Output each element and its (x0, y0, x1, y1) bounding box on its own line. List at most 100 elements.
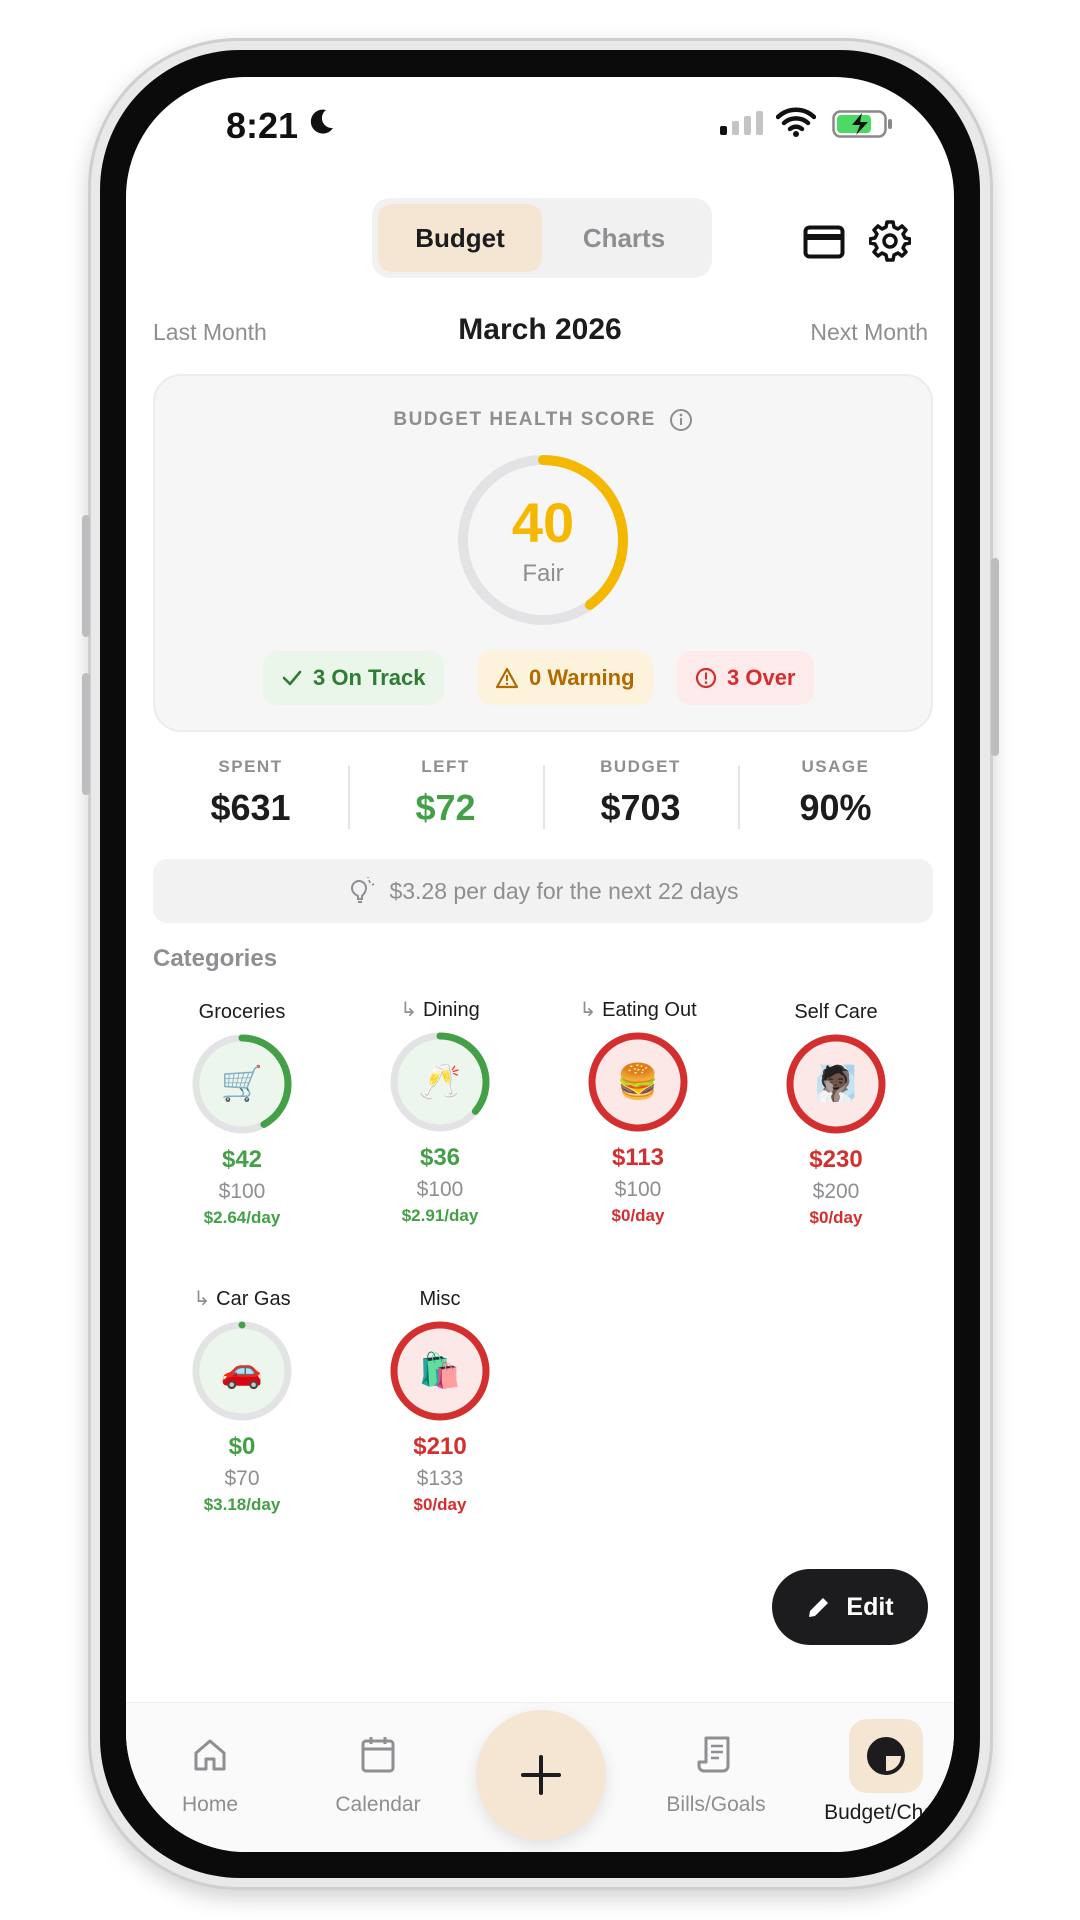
category-budget: $200 (812, 1180, 860, 1203)
nav-label: Calendar (335, 1793, 421, 1816)
category-per-day: $2.91/day (401, 1206, 479, 1225)
health-score-heading: BUDGET HEALTH SCORE (155, 408, 931, 432)
category-per-day: $2.64/day (203, 1208, 281, 1227)
alert-circle-icon (695, 667, 717, 689)
view-toggle: Budget Charts (372, 198, 712, 278)
receipt-icon (697, 1736, 730, 1773)
moon-icon (310, 109, 333, 134)
pie-chart-icon (867, 1737, 905, 1775)
battery-charging-icon (832, 110, 892, 138)
on-track-badge[interactable]: 3 On Track (263, 651, 444, 705)
stat-value: $72 (415, 787, 476, 828)
subcategory-arrow-icon: ↳ (400, 999, 418, 1021)
stat-value: $631 (210, 787, 291, 828)
category-eating-out[interactable]: ↳ Eating Out 🍔 $113 $100 $0/day (538, 997, 738, 1226)
category-progress-ring: 🧖🏿 (784, 1032, 888, 1136)
warning-icon (495, 667, 519, 689)
health-score-label: BUDGET HEALTH SCORE (393, 409, 656, 431)
category-progress-ring: 🥂 (388, 1030, 492, 1134)
tab-budget[interactable]: Budget (378, 204, 542, 272)
stat-label: USAGE (801, 757, 870, 776)
stat-spent: SPENT $631 (153, 757, 348, 847)
pencil-icon (809, 1595, 831, 1617)
wifi-icon (776, 107, 816, 137)
health-score-value: 40 (511, 491, 575, 554)
category-label: Dining (423, 999, 480, 1021)
nav-bills-goals[interactable]: Bills/Goals (636, 1731, 796, 1817)
nav-home[interactable]: Home (130, 1731, 290, 1817)
plus-icon (521, 1755, 561, 1795)
category-label: Eating Out (602, 999, 697, 1021)
category-per-day: $0/day (809, 1208, 863, 1227)
category-spent: $0 (228, 1433, 256, 1460)
card-button[interactable] (800, 218, 848, 266)
budget-summary: SPENT $631 LEFT $72 BUDGET $703 USAGE 90… (153, 757, 933, 847)
edit-label: Edit (846, 1592, 894, 1621)
category-label: Groceries (198, 1001, 286, 1023)
status-time: 8:21 (226, 105, 299, 146)
nav-budget-chart[interactable]: Budget/Chart (806, 1719, 954, 1825)
edit-button[interactable]: Edit (772, 1569, 928, 1645)
stat-usage: USAGE 90% (738, 757, 933, 847)
category-icon: 🛍️ (418, 1352, 462, 1390)
category-spent: $36 (419, 1144, 461, 1171)
category-car-gas[interactable]: ↳ Car Gas 🚗 $0 $70 $3.18/day (142, 1286, 342, 1515)
tab-charts[interactable]: Charts (542, 204, 706, 272)
cellular-signal-icon (720, 111, 763, 135)
subcategory-arrow-icon: ↳ (579, 999, 597, 1021)
settings-button[interactable] (866, 217, 914, 265)
category-per-day: $0/day (611, 1206, 665, 1225)
phone-silent-switch (82, 515, 90, 637)
category-groceries[interactable]: Groceries 🛒 $42 $100 $2.64/day (142, 1001, 342, 1228)
category-name: Groceries (142, 1001, 342, 1024)
lightbulb-icon (351, 877, 375, 903)
category-progress-ring: 🚗 (190, 1319, 294, 1423)
daily-allowance-tip: $3.28 per day for the next 22 days (153, 859, 933, 923)
category-budget: $100 (416, 1178, 464, 1201)
stat-value: 90% (799, 787, 872, 828)
category-icon: 🚗 (220, 1352, 264, 1390)
category-budget: $100 (614, 1178, 662, 1201)
category-icon: 🛒 (220, 1065, 264, 1103)
category-spent: $42 (221, 1146, 263, 1173)
category-name: Self Care (736, 1001, 936, 1024)
category-budget: $100 (218, 1180, 266, 1203)
category-name: Misc (340, 1288, 540, 1311)
over-badge[interactable]: 3 Over (677, 651, 814, 705)
category-name: ↳ Dining (340, 997, 540, 1022)
stat-budget: BUDGET $703 (543, 757, 738, 847)
category-progress-ring: 🛍️ (388, 1319, 492, 1423)
category-progress-ring: 🛒 (190, 1032, 294, 1136)
stat-label: SPENT (218, 757, 283, 776)
warning-label: 0 Warning (529, 665, 635, 690)
check-icon (282, 670, 302, 686)
category-budget: $133 (416, 1467, 464, 1490)
category-icon: 🥂 (418, 1063, 462, 1101)
app-screen: 8:21 Budget Charts Last Month March 2026… (126, 77, 954, 1852)
warning-badge[interactable]: 0 Warning (477, 651, 653, 705)
nav-label: Home (181, 1793, 239, 1816)
category-name: ↳ Eating Out (538, 997, 738, 1022)
over-label: 3 Over (727, 665, 796, 690)
category-self-care[interactable]: Self Care 🧖🏿 $230 $200 $0/day (736, 1001, 936, 1228)
category-per-day: $3.18/day (203, 1495, 281, 1514)
category-icon: 🧖🏿 (814, 1065, 858, 1103)
phone-volume-button (82, 673, 90, 795)
category-misc[interactable]: Misc 🛍️ $210 $133 $0/day (340, 1288, 540, 1515)
tip-text: $3.28 per day for the next 22 days (389, 877, 739, 904)
add-transaction-button[interactable] (476, 1710, 606, 1840)
category-progress-ring: 🍔 (586, 1030, 690, 1134)
category-budget: $70 (224, 1467, 260, 1490)
nav-calendar[interactable]: Calendar (298, 1731, 458, 1817)
home-icon (194, 1739, 226, 1771)
stat-value: $703 (600, 787, 681, 828)
info-icon[interactable] (669, 408, 693, 432)
stat-label: BUDGET (600, 757, 681, 776)
budget-health-card: BUDGET HEALTH SCORE 40 Fair 3 On Track 0… (153, 374, 933, 732)
phone-power-button (991, 558, 999, 756)
category-spent: $113 (611, 1144, 665, 1171)
category-dining[interactable]: ↳ Dining 🥂 $36 $100 $2.91/day (340, 997, 540, 1226)
on-track-label: 3 On Track (313, 665, 426, 690)
next-month-button[interactable]: Next Month (810, 319, 928, 346)
category-icon: 🍔 (616, 1063, 660, 1101)
